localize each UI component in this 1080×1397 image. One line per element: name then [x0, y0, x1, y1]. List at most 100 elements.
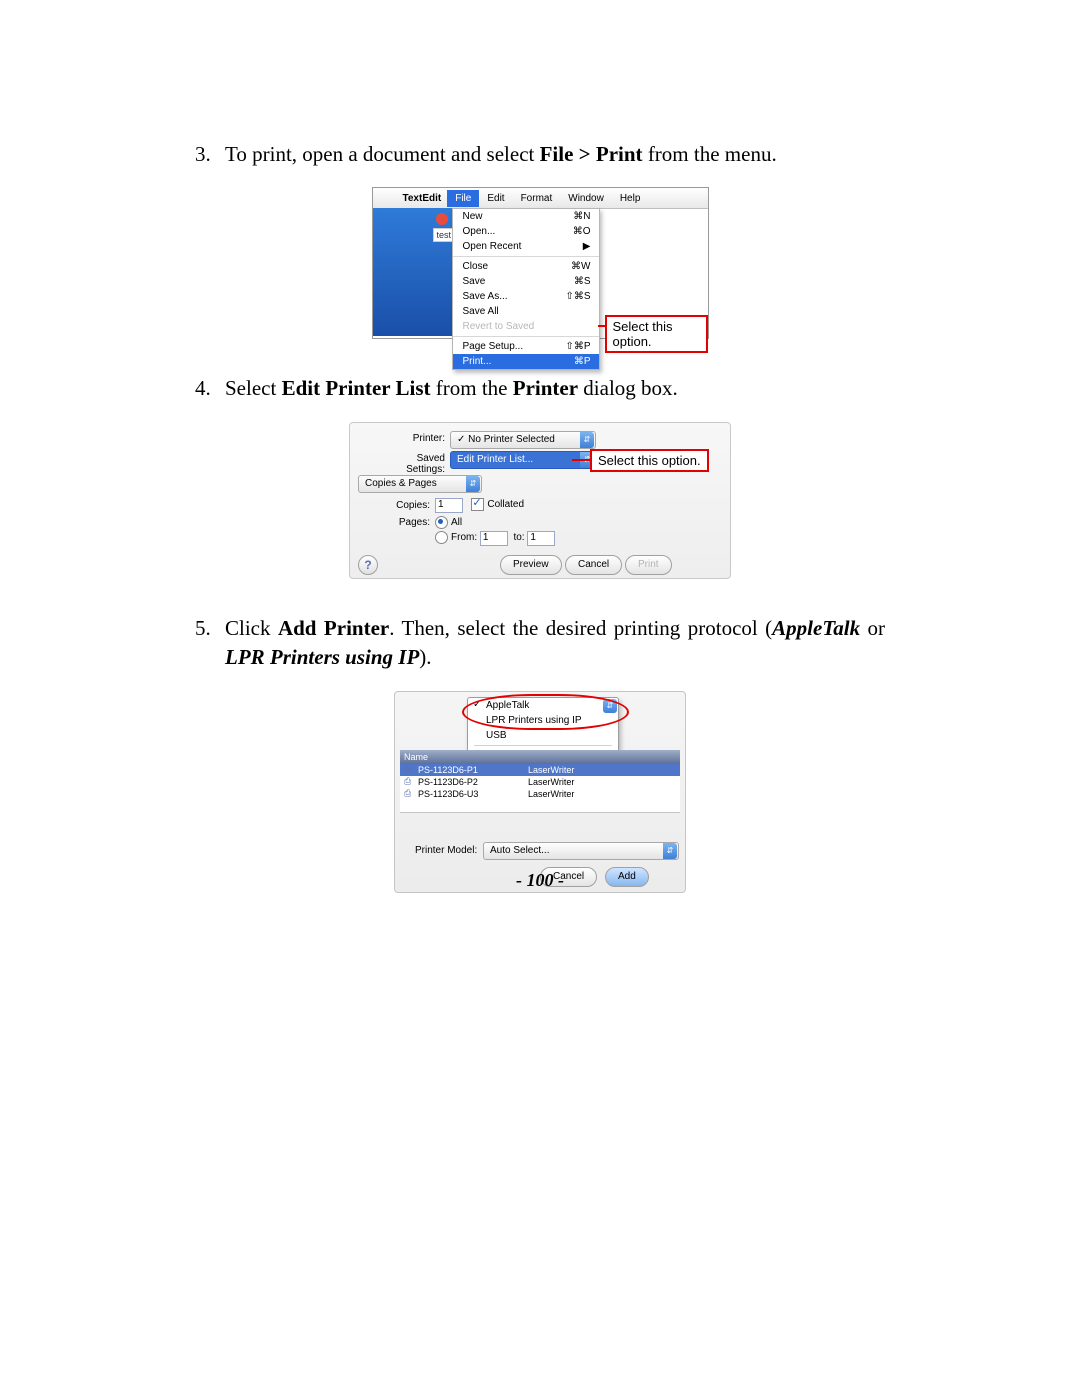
step-3: 3. To print, open a document and select …: [195, 140, 885, 169]
file-dropdown-menu: New⌘N Open...⌘O Open Recent▶ Close⌘W Sav…: [452, 208, 600, 370]
copies-input[interactable]: 1: [435, 498, 463, 513]
menu-item-open[interactable]: Open...⌘O: [453, 224, 599, 239]
help-button[interactable]: ?: [358, 555, 378, 575]
printer-icon: ⎙: [404, 764, 418, 775]
label-to: to:: [513, 532, 524, 543]
t: dialog box.: [578, 376, 678, 400]
protocol-lpr[interactable]: LPR Printers using IP: [468, 713, 618, 728]
callout-connector-2: [572, 459, 590, 461]
page-number: - 100 -: [0, 870, 1080, 891]
label-copies: Copies:: [385, 500, 430, 511]
t: AppleTalk: [772, 616, 860, 640]
cancel-button[interactable]: Cancel: [565, 555, 622, 575]
figure-3-wrap: ⇵ AppleTalk LPR Printers using IP USB Di…: [195, 691, 885, 893]
label-all: All: [451, 517, 462, 528]
printer-list: ⎙ PS-1123D6-P1 LaserWriter ⎙ PS-1123D6-P…: [400, 764, 680, 813]
document-page: 3. To print, open a document and select …: [0, 0, 1080, 1397]
protocol-usb[interactable]: USB: [468, 728, 618, 743]
t: Edit Printer List: [282, 376, 431, 400]
menu-help[interactable]: Help: [612, 190, 649, 207]
label-printer-model: Printer Model:: [415, 845, 477, 856]
menu-item-revert: Revert to Saved: [453, 319, 599, 334]
label-pages: Pages:: [385, 517, 430, 528]
t: . Then, select the desired printing prot…: [389, 616, 772, 640]
figure-2-wrap: Printer: ✓ No Printer Selected ⇵ Saved S…: [195, 422, 885, 579]
printer-combo[interactable]: ✓ No Printer Selected ⇵: [450, 431, 596, 449]
step-5-number: 5.: [195, 614, 225, 673]
collated-checkbox[interactable]: [471, 498, 484, 511]
callout-select-option-2: Select this option.: [590, 449, 709, 472]
printer-model-value: Auto Select...: [490, 845, 549, 856]
mac-menubar: TextEdit File Edit Format Window Help: [373, 188, 708, 209]
col-name: Name: [404, 752, 529, 762]
step-3-text: To print, open a document and select Fil…: [225, 140, 885, 169]
menu-item-new[interactable]: New⌘N: [453, 209, 599, 224]
saved-settings-value: Edit Printer List...: [457, 454, 533, 465]
pages-range-row: From: 1 to: 1: [435, 531, 555, 546]
t: ).: [419, 645, 431, 669]
list-item[interactable]: ⎙ PS-1123D6-U3 LaserWriter: [400, 788, 680, 800]
t: from the: [431, 376, 513, 400]
section-combo[interactable]: Copies & Pages ⇵: [358, 475, 482, 493]
window-close-icon[interactable]: [436, 213, 448, 225]
pages-range-radio[interactable]: [435, 531, 448, 544]
label-printer: Printer:: [390, 433, 445, 444]
dropdown-arrow-icon: ⇵: [466, 476, 480, 492]
figure-add-printer: ⇵ AppleTalk LPR Printers using IP USB Di…: [394, 691, 686, 893]
pages-all-radio[interactable]: [435, 516, 448, 529]
app-name[interactable]: TextEdit: [397, 193, 448, 204]
menu-item-open-recent[interactable]: Open Recent▶: [453, 239, 599, 254]
menu-item-save[interactable]: Save⌘S: [453, 274, 599, 289]
callout-select-option-1: Select this option.: [605, 315, 708, 353]
t: Printer: [513, 376, 578, 400]
figure-1-wrap: TextEdit File Edit Format Window Help te…: [195, 187, 885, 339]
t: LPR Printers using IP: [225, 645, 419, 669]
copies-row: 1 Collated: [435, 498, 524, 513]
step-5: 5. Click Add Printer. Then, select the d…: [195, 614, 885, 673]
step-5-text: Click Add Printer. Then, select the desi…: [225, 614, 885, 673]
printer-list-header: Name: [400, 750, 680, 764]
figure-file-menu: TextEdit File Edit Format Window Help te…: [372, 187, 709, 339]
menu-item-save-all[interactable]: Save All: [453, 304, 599, 319]
step-4-text: Select Edit Printer List from the Printe…: [225, 374, 885, 403]
t: Select: [225, 376, 282, 400]
protocol-appletalk[interactable]: AppleTalk: [468, 698, 618, 713]
menu-file[interactable]: File: [447, 190, 479, 207]
menu-edit[interactable]: Edit: [479, 190, 512, 207]
from-input[interactable]: 1: [480, 531, 508, 546]
t: Add Printer: [278, 616, 389, 640]
printer-type: LaserWriter: [528, 789, 574, 799]
printer-name: PS-1123D6-U3: [418, 789, 528, 799]
printer-combo-value: ✓ No Printer Selected: [457, 434, 555, 445]
print-button: Print: [625, 555, 672, 575]
printer-icon: ⎙: [404, 776, 418, 787]
printer-name: PS-1123D6-P2: [418, 777, 528, 787]
menu-item-print[interactable]: Print...⌘P: [453, 354, 599, 369]
label-saved-settings: Saved Settings:: [375, 453, 445, 475]
to-input[interactable]: 1: [527, 531, 555, 546]
menu-item-save-as[interactable]: Save As...⇧⌘S: [453, 289, 599, 304]
printer-name: PS-1123D6-P1: [418, 765, 528, 775]
printer-icon: ⎙: [404, 788, 418, 799]
t: or: [860, 616, 885, 640]
menu-window[interactable]: Window: [560, 190, 612, 207]
printer-model-combo[interactable]: Auto Select... ⇵: [483, 842, 679, 860]
list-item[interactable]: ⎙ PS-1123D6-P2 LaserWriter: [400, 776, 680, 788]
step-3-number: 3.: [195, 140, 225, 169]
step-4-number: 4.: [195, 374, 225, 403]
menu-item-page-setup[interactable]: Page Setup...⇧⌘P: [453, 339, 599, 354]
step-3-post: from the menu.: [643, 142, 777, 166]
pages-all-row: All: [435, 516, 462, 529]
step-3-bold: File > Print: [540, 142, 643, 166]
label-collated: Collated: [487, 499, 524, 510]
printer-type: LaserWriter: [528, 765, 574, 775]
section-combo-value: Copies & Pages: [365, 478, 437, 489]
dropdown-arrow-icon: ⇵: [663, 843, 677, 859]
preview-button[interactable]: Preview: [500, 555, 562, 575]
step-3-pre: To print, open a document and select: [225, 142, 540, 166]
menu-item-close[interactable]: Close⌘W: [453, 259, 599, 274]
printer-type: LaserWriter: [528, 777, 574, 787]
list-item[interactable]: ⎙ PS-1123D6-P1 LaserWriter: [400, 764, 680, 776]
menu-format[interactable]: Format: [513, 190, 561, 207]
figure-print-dialog: Printer: ✓ No Printer Selected ⇵ Saved S…: [349, 422, 731, 579]
